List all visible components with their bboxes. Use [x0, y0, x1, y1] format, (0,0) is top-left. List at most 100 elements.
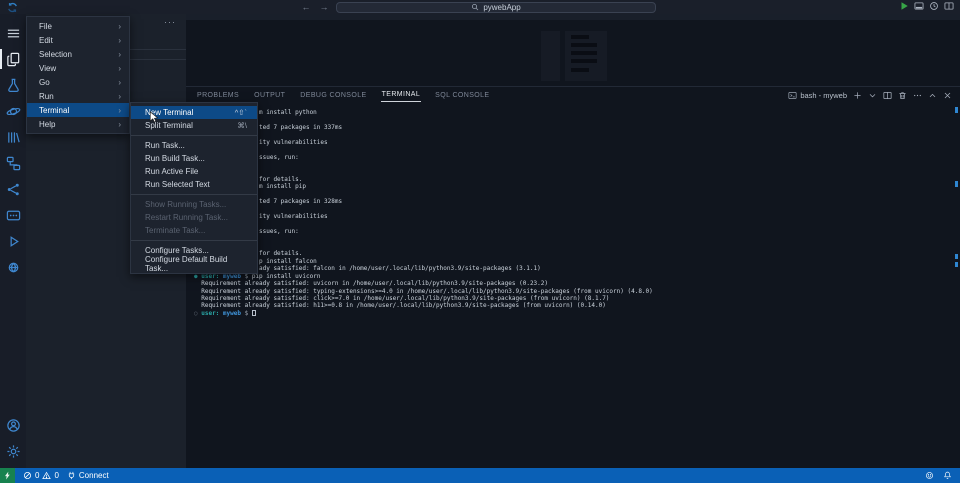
scrollbar-command-mark	[955, 181, 958, 187]
mouse-cursor	[149, 111, 159, 125]
panel-tab-terminal[interactable]: TERMINAL	[381, 88, 422, 102]
submenu-chevron-icon: ›	[118, 120, 121, 129]
panel-tab-problems[interactable]: PROBLEMS	[196, 89, 240, 102]
library-icon[interactable]	[0, 124, 26, 150]
flask-icon[interactable]	[0, 72, 26, 98]
menu-item-label: Edit	[39, 36, 53, 45]
connect-button[interactable]: Connect	[67, 471, 109, 480]
menu-item-terminate-task: Terminate Task...	[131, 224, 257, 237]
warning-icon	[42, 471, 51, 480]
terminal-line	[194, 131, 948, 138]
menu-separator	[131, 240, 257, 241]
submenu-chevron-icon: ›	[118, 50, 121, 59]
menu-item-label: Run Build Task...	[145, 154, 205, 163]
menu-item-label: Selection	[39, 50, 72, 59]
terminal-line: m install python	[194, 109, 948, 116]
share-icon[interactable]	[0, 176, 26, 202]
remote-indicator[interactable]	[0, 468, 15, 483]
activity-bar-top	[0, 20, 26, 280]
menu-item-label: Run Active File	[145, 167, 198, 176]
plus-icon[interactable]	[853, 91, 862, 100]
terminal-line	[194, 243, 948, 250]
menu-item-go[interactable]: Go›	[27, 75, 129, 89]
bottom-panel: PROBLEMS OUTPUT DEBUG CONSOLE TERMINAL SQL C…	[186, 86, 960, 468]
terminal-line	[194, 235, 948, 242]
terminal-line: ity vulnerabilities	[194, 139, 948, 146]
panel-toggle-icon[interactable]	[914, 1, 924, 11]
bell-icon[interactable]	[943, 471, 952, 480]
menu-item-show-running-tasks: Show Running Tasks...	[131, 198, 257, 211]
terminal-line	[194, 221, 948, 228]
layout-icon[interactable]	[944, 1, 954, 11]
terminal-line: ssues, run:	[194, 228, 948, 235]
menu-item-label: Run Selected Text	[145, 180, 210, 189]
search-input[interactable]: pywebApp	[336, 2, 656, 13]
settings-icon[interactable]	[0, 438, 26, 464]
terminal-output[interactable]: m install python ted 7 packages in 337ms…	[194, 109, 948, 317]
terminal-line: ted 7 packages in 328ms	[194, 198, 948, 205]
menu-item-run[interactable]: Run ›	[27, 89, 129, 103]
panel-tab-sql-console[interactable]: SQL CONSOLE	[434, 89, 490, 102]
forward-icon[interactable]: →	[318, 1, 330, 13]
globe-icon[interactable]	[0, 254, 26, 280]
problems-status[interactable]: 0 0	[23, 471, 59, 480]
panel-tab-debug-console[interactable]: DEBUG CONSOLE	[299, 89, 367, 102]
menu-item-label: Run Task...	[145, 141, 185, 150]
search-icon	[471, 3, 479, 11]
hierarchy-icon[interactable]	[0, 150, 26, 176]
terminal-icon	[788, 91, 797, 100]
menu-item-label: Run	[39, 92, 54, 101]
split-icon[interactable]	[883, 91, 892, 100]
run-outline-icon[interactable]	[0, 228, 26, 254]
search-value: pywebApp	[483, 3, 520, 12]
watermark-box	[541, 31, 560, 81]
history-icon[interactable]	[929, 1, 939, 11]
menu-item-file[interactable]: File›	[27, 19, 129, 33]
terminal-session-label: bash - myweb	[800, 91, 847, 100]
panel-header: PROBLEMS OUTPUT DEBUG CONSOLE TERMINAL SQL C…	[186, 87, 960, 103]
menu-item-terminal[interactable]: Terminal›	[27, 103, 129, 117]
feedback-icon[interactable]	[925, 471, 934, 480]
trash-icon[interactable]	[898, 91, 907, 100]
remote-lightning-icon	[3, 471, 12, 480]
terminal-line: ● user: myweb $ pip install uvicorn	[194, 273, 948, 280]
terminal-line: for details.	[194, 176, 948, 183]
terminal-line	[194, 161, 948, 168]
menu-item-view[interactable]: View›	[27, 61, 129, 75]
api-icon[interactable]	[0, 202, 26, 228]
panel-tab-output[interactable]: OUTPUT	[253, 89, 286, 102]
menu-icon[interactable]	[0, 20, 26, 46]
terminal-session-picker[interactable]: bash - myweb	[788, 91, 847, 100]
menu-item-label: View	[39, 64, 56, 73]
menu-item-run-active-file[interactable]: Run Active File	[131, 165, 257, 178]
files-icon[interactable]	[0, 46, 26, 72]
back-icon[interactable]: ←	[300, 1, 312, 13]
menu-item-edit[interactable]: Edit›	[27, 33, 129, 47]
run-icon[interactable]	[899, 1, 909, 11]
menu-item-restart-running-task: Restart Running Task...	[131, 211, 257, 224]
terminal-line: m install pip	[194, 183, 948, 190]
scrollbar-command-mark	[955, 107, 958, 113]
menu-item-run-build-task[interactable]: Run Build Task...	[131, 152, 257, 165]
panel-toolbar: bash - myweb	[788, 87, 952, 103]
terminal-line: for details.	[194, 250, 948, 257]
close-icon[interactable]	[943, 91, 952, 100]
terminal-line: ity vulnerabilities	[194, 213, 948, 220]
menu-item-help[interactable]: Help›	[27, 117, 129, 131]
submenu-chevron-icon: ›	[118, 92, 121, 101]
account-icon[interactable]	[0, 412, 26, 438]
warning-count: 0	[54, 471, 58, 480]
menu-item-selection[interactable]: Selection ›	[27, 47, 129, 61]
menu-item-configure-default-build-task[interactable]: Configure Default Build Task...	[131, 257, 257, 270]
menu-item-run-selected-text[interactable]: Run Selected Text	[131, 178, 257, 191]
menu-item-label: Show Running Tasks...	[145, 200, 226, 209]
menu-item-run-task[interactable]: Run Task...	[131, 139, 257, 152]
plug-icon	[67, 471, 76, 480]
sidebar-more-actions-icon[interactable]: ···	[164, 17, 176, 27]
chevron-up-icon[interactable]	[928, 91, 937, 100]
watermark-box	[565, 31, 607, 81]
terminal-line: ted 7 packages in 337ms	[194, 124, 948, 131]
chevron-down-icon[interactable]	[868, 91, 877, 100]
more-icon[interactable]	[913, 91, 922, 100]
planet-icon[interactable]	[0, 98, 26, 124]
